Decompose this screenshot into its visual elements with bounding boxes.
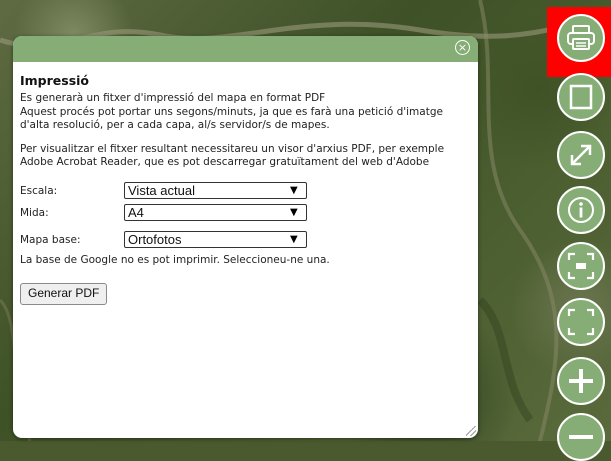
close-icon[interactable]: ×: [455, 40, 470, 55]
zoom-in-icon: [567, 367, 595, 395]
map-toolbar: [547, 0, 611, 461]
zoom-extent-minus-icon: [566, 251, 596, 281]
square-frame-icon: [569, 84, 593, 110]
dialog-body: Impressió Es generarà un fitxer d'impres…: [20, 74, 468, 305]
resize-grip-icon[interactable]: [466, 426, 476, 436]
scale-select[interactable]: Vista actual: [124, 181, 307, 199]
zoom-out-button[interactable]: [557, 413, 605, 461]
dialog-header[interactable]: ×: [13, 36, 478, 62]
zoom-extent-button[interactable]: [557, 298, 605, 346]
basemap-row: Mapa base: Ortofotos ▼: [20, 229, 468, 251]
frame-tool-button[interactable]: [557, 73, 605, 121]
print-tool-button[interactable]: [557, 14, 605, 62]
print-dialog: × Impressió Es generarà un fitxer d'impr…: [13, 36, 478, 438]
zoom-out-extent-button[interactable]: [557, 242, 605, 290]
google-note: La base de Google no es pot imprimir. Se…: [20, 253, 330, 266]
size-select[interactable]: A4: [124, 203, 307, 221]
intro-line-1: Es generarà un fitxer d'impressió del ma…: [20, 92, 326, 104]
print-icon: [566, 25, 596, 51]
info-tool-button[interactable]: [557, 186, 605, 234]
basemap-select[interactable]: Ortofotos: [124, 230, 307, 248]
zoom-out-icon: [567, 423, 595, 451]
scale-row: Escala: Vista actual ▼: [20, 180, 468, 202]
dialog-title: Impressió: [20, 73, 90, 88]
zoom-extent-icon: [566, 307, 596, 337]
info-icon: [566, 195, 596, 225]
zoom-in-button[interactable]: [557, 357, 605, 405]
size-label: Mida:: [20, 206, 49, 219]
size-row: Mida: A4 ▼: [20, 202, 468, 224]
basemap-label: Mapa base:: [20, 233, 81, 246]
fullscreen-arrow-icon: [568, 142, 594, 168]
viewer-text: Per visualitzar el fitxer resultant nece…: [20, 142, 445, 169]
scale-label: Escala:: [20, 184, 58, 197]
fullscreen-tool-button[interactable]: [557, 131, 605, 179]
generate-pdf-button[interactable]: Generar PDF: [20, 283, 108, 305]
intro-line-2: Aquest procés pot portar uns segons/minu…: [20, 105, 443, 132]
